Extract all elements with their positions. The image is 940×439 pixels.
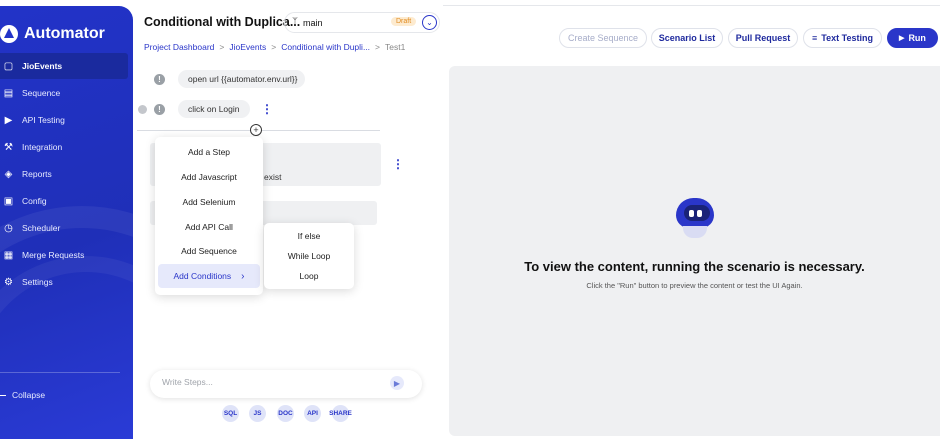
reports-icon: ◈ — [4, 168, 13, 180]
send-icon[interactable]: ▶ — [390, 376, 404, 390]
breadcrumb-link-project-dashboard[interactable]: Project Dashboard — [144, 42, 214, 52]
create-sequence-label: Create Sequence — [567, 33, 639, 43]
sidebar-item-config[interactable]: ▣ Config — [0, 188, 133, 214]
pull-request-label: Pull Request — [735, 33, 791, 43]
sequence-icon: ▤ — [3, 87, 14, 99]
sidebar-item-scheduler[interactable]: ◷ Scheduler — [0, 215, 133, 241]
conditions-submenu: If else While Loop Loop — [264, 223, 354, 289]
preview-title: To view the content, running the scenari… — [524, 259, 865, 274]
api-icon: ▶ — [4, 114, 13, 126]
sidebar-divider — [0, 372, 120, 373]
sidebar-item-label: Settings — [22, 277, 53, 287]
menu-item-add-sequence[interactable]: Add Sequence — [155, 239, 263, 263]
camera-icon: ▣ — [3, 195, 14, 207]
sidebar: Automator ▢ JioEvents ▤ Sequence ▶ API T… — [0, 6, 133, 439]
play-icon: ▶ — [899, 35, 905, 42]
text-testing-button[interactable]: ≡ Text Testing — [803, 28, 882, 48]
menu-item-add-step[interactable]: Add a Step — [155, 140, 263, 164]
list-icon: ≡ — [812, 33, 818, 43]
chevron-right-icon: › — [241, 270, 245, 282]
step-item[interactable]: open url {{automator.env.url}} — [178, 70, 305, 88]
menu-item-add-api-call[interactable]: Add API Call — [155, 215, 263, 239]
step-text: click on Login — [188, 104, 240, 114]
menu-item-add-selenium[interactable]: Add Selenium — [155, 190, 263, 214]
sidebar-item-integration[interactable]: ⚒ Integration — [0, 134, 133, 160]
breadcrumb: Project Dashboard > JioEvents > Conditio… — [144, 42, 405, 52]
run-label: Run — [908, 33, 926, 43]
collapse-label: Collapse — [12, 390, 46, 400]
sidebar-item-label: API Testing — [22, 115, 65, 125]
scenario-list-button[interactable]: Scenario List — [651, 28, 723, 48]
text-testing-label: Text Testing — [821, 33, 873, 43]
brand: Automator — [0, 23, 105, 45]
submenu-item-while-loop[interactable]: While Loop — [264, 246, 354, 266]
automator-logo-icon — [0, 25, 18, 43]
more-options-icon[interactable]: ⋮ — [261, 103, 273, 115]
sidebar-item-label: Reports — [22, 169, 52, 179]
sidebar-item-reports[interactable]: ◈ Reports — [0, 161, 133, 187]
step-text: exist — [264, 172, 282, 182]
preview-subtitle: Click the "Run" button to preview the co… — [586, 281, 803, 290]
javascript-icon[interactable]: JS — [249, 405, 266, 422]
preview-panel — [449, 66, 940, 436]
app-name: Automator — [24, 25, 105, 42]
submenu-item-loop[interactable]: Loop — [264, 266, 354, 286]
breadcrumb-link-jioevents[interactable]: JioEvents — [229, 42, 266, 52]
sidebar-item-settings[interactable]: ⚙ Settings — [0, 269, 133, 295]
menu-item-add-javascript[interactable]: Add Javascript — [155, 165, 263, 189]
sidebar-item-label: Config — [22, 196, 47, 206]
gear-icon: ⚙ — [4, 276, 13, 288]
menu-item-add-conditions[interactable]: Add Conditions › — [158, 264, 260, 288]
sidebar-item-sequence[interactable]: ▤ Sequence — [0, 80, 133, 106]
branch-name: main — [303, 17, 323, 28]
merge-icon: ▦ — [3, 249, 14, 261]
sidebar-item-label: Merge Requests — [22, 250, 85, 260]
branch-selector[interactable]: ᛉ main — [284, 12, 440, 33]
sidebar-item-api-testing[interactable]: ▶ API Testing — [0, 107, 133, 133]
sidebar-nav: ▢ JioEvents ▤ Sequence ▶ API Testing ⚒ I… — [0, 53, 133, 296]
sidebar-item-merge-requests[interactable]: ▦ Merge Requests — [0, 242, 133, 268]
sidebar-item-label: JioEvents — [22, 61, 63, 71]
clock-icon: ◷ — [4, 222, 13, 234]
sql-icon[interactable]: SQL — [222, 405, 239, 422]
api-icon[interactable]: API — [304, 405, 321, 422]
robot-icon — [674, 198, 716, 240]
breadcrumb-link-scenario[interactable]: Conditional with Dupli... — [281, 42, 370, 52]
step-text: open url {{automator.env.url}} — [188, 74, 298, 84]
chevron-down-icon[interactable]: ⌄ — [422, 15, 437, 30]
breadcrumb-separator: > — [271, 42, 277, 52]
status-badge: Draft — [391, 17, 417, 26]
warning-icon: ! — [154, 74, 165, 85]
add-step-icon[interactable]: + — [250, 124, 262, 136]
create-sequence-button[interactable]: Create Sequence — [559, 28, 647, 48]
branch-icon: ᛉ — [292, 17, 298, 28]
add-step-menu: Add a Step Add Javascript Add Selenium A… — [155, 137, 263, 295]
breadcrumb-separator: > — [219, 42, 225, 52]
write-steps-box — [150, 370, 422, 398]
breadcrumb-separator: > — [375, 42, 380, 52]
collapse-button[interactable]: Collapse — [0, 390, 45, 400]
menu-item-label: Add Conditions — [173, 271, 232, 281]
wrench-icon: ⚒ — [4, 141, 13, 153]
sidebar-item-label: Scheduler — [22, 223, 61, 233]
share-icon[interactable]: SHARE — [329, 405, 352, 422]
sidebar-item-label: Sequence — [22, 88, 61, 98]
folder-icon: ▢ — [3, 60, 14, 72]
breadcrumb-current: Test1 — [385, 42, 406, 52]
more-options-icon[interactable]: ⋮ — [392, 158, 404, 170]
document-icon[interactable]: DOC — [277, 405, 294, 422]
submenu-item-if-else[interactable]: If else — [264, 226, 354, 246]
drag-handle-icon[interactable] — [138, 105, 147, 114]
pull-request-button[interactable]: Pull Request — [728, 28, 798, 48]
collapse-icon — [0, 394, 6, 396]
sidebar-item-label: Integration — [22, 142, 63, 152]
header-divider — [443, 5, 940, 6]
warning-icon: ! — [154, 104, 165, 115]
write-steps-input[interactable] — [162, 377, 382, 387]
step-item[interactable]: click on Login — [178, 100, 250, 118]
run-button[interactable]: ▶ Run — [887, 28, 938, 48]
sidebar-item-jioevents[interactable]: ▢ JioEvents — [0, 53, 128, 79]
scenario-list-label: Scenario List — [658, 33, 716, 43]
page-title: Conditional with Duplica... — [144, 15, 301, 29]
